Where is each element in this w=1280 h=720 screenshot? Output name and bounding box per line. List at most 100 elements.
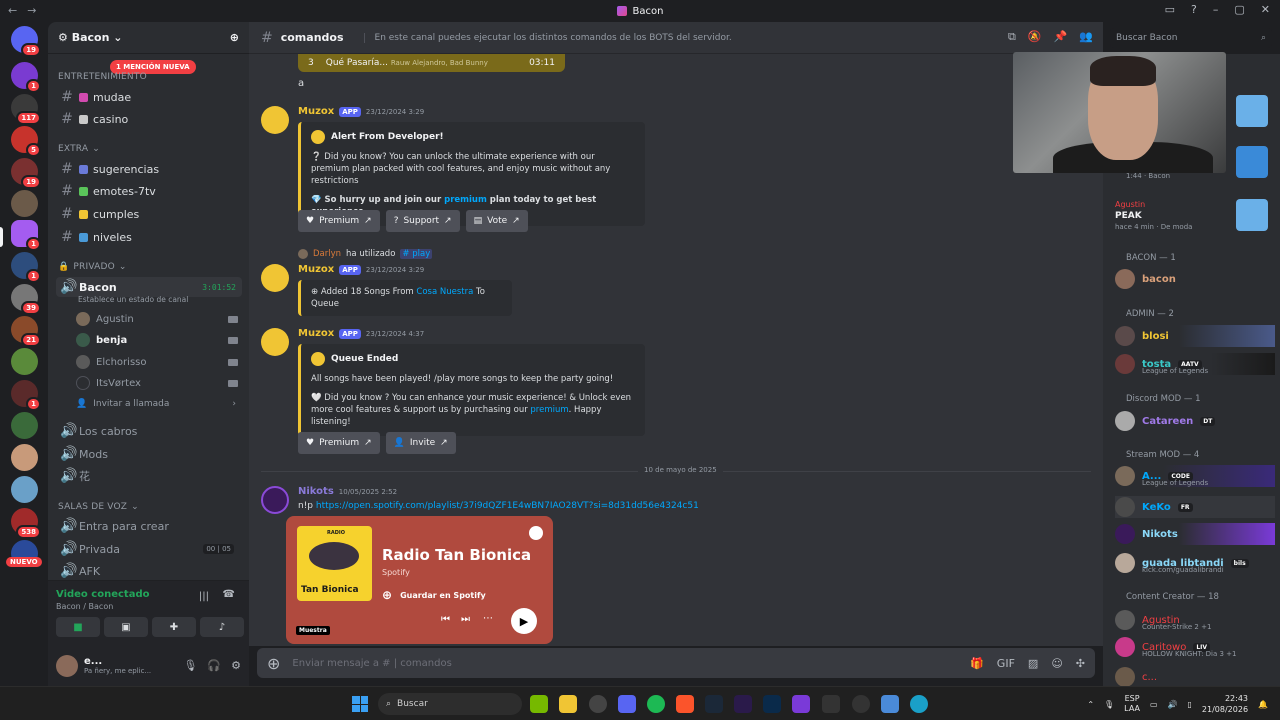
- taskbar-search[interactable]: ⌕ Buscar: [378, 693, 522, 715]
- voice-channel-privada[interactable]: 🔊 Privada 00 | 05: [56, 539, 242, 559]
- app-icon[interactable]: [792, 695, 810, 713]
- server-icon[interactable]: 21: [11, 316, 41, 347]
- settings-icon[interactable]: ⚙: [231, 659, 241, 672]
- voice-user[interactable]: Agustin: [76, 310, 242, 328]
- category-entretenimiento[interactable]: ENTRETENIMIENTO: [58, 72, 147, 82]
- member-row[interactable]: c...: [1115, 666, 1275, 686]
- gif-icon[interactable]: GIF: [997, 657, 1015, 670]
- pin-icon[interactable]: 📌: [1054, 30, 1068, 44]
- category-salas[interactable]: SALAS DE VOZ ⌄: [58, 502, 139, 512]
- voice-channel-crear[interactable]: 🔊 Entra para crear: [56, 516, 242, 536]
- author-name[interactable]: Muzox: [298, 328, 334, 339]
- member-row[interactable]: Caritowo LIV HOLLOW KNIGHT: Dia 3 +1: [1115, 636, 1275, 658]
- activity-thumbnail[interactable]: [1236, 146, 1268, 178]
- clock[interactable]: 22:43 21/08/2026: [1202, 693, 1248, 715]
- activity-thumbnail[interactable]: [1236, 199, 1268, 231]
- steam-icon[interactable]: [705, 695, 723, 713]
- vote-button[interactable]: ▤ Vote ↗: [465, 210, 528, 232]
- app-icon[interactable]: [589, 695, 607, 713]
- inbox-icon[interactable]: ▭: [1165, 3, 1175, 16]
- battery-icon[interactable]: ▯: [1188, 700, 1192, 709]
- voice-channel-afk[interactable]: 🔊 AFK: [56, 561, 242, 581]
- server-icon[interactable]: 5: [11, 126, 41, 157]
- discord-icon[interactable]: [618, 695, 636, 713]
- network-icon[interactable]: ▭: [1150, 700, 1158, 709]
- server-header[interactable]: ⚙ Bacon ⌄ ⊕: [48, 22, 249, 54]
- member-row[interactable]: KeKo FR: [1115, 496, 1275, 518]
- category-extra[interactable]: EXTRA ⌄: [58, 144, 100, 154]
- invite-to-call[interactable]: 👤 Invitar a llamada ›: [76, 395, 242, 413]
- playlist-title[interactable]: Radio Tan Bionica: [382, 546, 531, 564]
- author-name[interactable]: Muzox: [298, 264, 334, 275]
- message-input[interactable]: Enviar mensaje a # | comandos: [292, 658, 451, 669]
- premium-button[interactable]: ♥ Premium ↗: [298, 210, 380, 232]
- spotify-icon[interactable]: [647, 695, 665, 713]
- voice-user[interactable]: benja: [76, 331, 242, 349]
- obs-icon[interactable]: [852, 695, 870, 713]
- more-icon[interactable]: ⋯: [483, 613, 493, 624]
- start-menu-icon[interactable]: [352, 696, 368, 712]
- bot-avatar[interactable]: [261, 106, 289, 134]
- channel-niveles[interactable]: # niveles: [56, 227, 242, 247]
- member-row[interactable]: Nikots: [1115, 523, 1275, 545]
- activity-thumbnail[interactable]: [1236, 95, 1268, 127]
- server-icon[interactable]: 39: [11, 284, 41, 315]
- avatar[interactable]: [261, 486, 289, 514]
- server-icon[interactable]: 1: [11, 380, 41, 411]
- photoshop-icon[interactable]: [763, 695, 781, 713]
- channel-topic[interactable]: En este canal puedes ejecutar los distin…: [363, 32, 732, 43]
- apps-icon[interactable]: ✣: [1076, 657, 1085, 670]
- previous-icon[interactable]: ⏮: [441, 614, 450, 625]
- server-icon-active[interactable]: 1: [11, 220, 41, 251]
- member-row[interactable]: A... CODE League of Legends: [1115, 465, 1275, 487]
- activities-button[interactable]: ✚: [152, 617, 196, 637]
- capcut-icon[interactable]: [822, 695, 840, 713]
- support-button[interactable]: ? Support ↗: [385, 210, 460, 232]
- voice-user[interactable]: ItsVørtex: [76, 374, 242, 392]
- threads-icon[interactable]: ⧉: [1008, 30, 1016, 44]
- slash-command[interactable]: # play: [400, 249, 433, 259]
- noise-suppression-icon[interactable]: |||: [199, 591, 209, 602]
- headphones-icon[interactable]: 🎧: [207, 659, 221, 672]
- minimize-icon[interactable]: –: [1213, 3, 1219, 16]
- member-row[interactable]: Agustin Counter-Strike 2 +1: [1115, 609, 1275, 631]
- channel-emotes[interactable]: # emotes-7tv: [56, 181, 242, 201]
- close-icon[interactable]: ✕: [1261, 3, 1270, 16]
- server-icon[interactable]: [11, 444, 38, 471]
- channel-mudae[interactable]: # mudae: [56, 87, 242, 107]
- save-to-spotify-button[interactable]: ⊕ Guardar en Spotify: [382, 588, 486, 602]
- help-icon[interactable]: ?: [1191, 3, 1197, 16]
- premiere-icon[interactable]: [734, 695, 752, 713]
- channel-cumples[interactable]: # cumples: [56, 204, 242, 224]
- invite-button[interactable]: 👤 Invite ↗: [385, 432, 456, 454]
- server-icon[interactable]: 117: [11, 94, 41, 125]
- screen-share-button[interactable]: ▣: [104, 617, 148, 637]
- bot-avatar[interactable]: [261, 328, 289, 356]
- avatar[interactable]: [56, 654, 78, 677]
- microphone-icon[interactable]: 🎙: [1104, 700, 1114, 709]
- premium-button[interactable]: ♥ Premium ↗: [298, 432, 380, 454]
- microphone-icon[interactable]: 🎙: [183, 659, 197, 672]
- server-icon[interactable]: 1: [11, 62, 41, 93]
- camera-button[interactable]: ■: [56, 617, 100, 637]
- member-row[interactable]: bacon: [1115, 268, 1275, 290]
- voice-channel-mods[interactable]: 🔊 Mods: [56, 444, 242, 464]
- message-composer[interactable]: ⊕ Enviar mensaje a # | comandos 🎁 GIF ▨ …: [257, 648, 1095, 678]
- attach-plus-icon[interactable]: ⊕: [267, 654, 280, 673]
- disconnect-icon[interactable]: ☎: [223, 589, 235, 600]
- forward-arrow-icon[interactable]: →: [27, 4, 36, 17]
- sticker-icon[interactable]: ▨: [1028, 657, 1038, 670]
- voice-channel-flower[interactable]: 🔊 花: [56, 466, 242, 486]
- server-icon[interactable]: 19: [11, 158, 41, 189]
- gift-icon[interactable]: 🎁: [970, 657, 984, 670]
- search-input[interactable]: Buscar Bacon ⌕: [1110, 28, 1272, 48]
- channel-casino[interactable]: # casino: [56, 109, 242, 129]
- member-row[interactable]: tosta AATV League of Legends: [1115, 353, 1275, 375]
- spotify-link[interactable]: https://open.spotify.com/playlist/37i9dQ…: [316, 501, 699, 511]
- next-icon[interactable]: ⏭: [461, 614, 470, 625]
- maximize-icon[interactable]: ▢: [1234, 3, 1244, 16]
- member-list-icon[interactable]: 👥: [1079, 30, 1093, 44]
- add-member-icon[interactable]: ⊕: [230, 31, 239, 44]
- tray-chevron-icon[interactable]: ⌃: [1087, 700, 1094, 709]
- member-row[interactable]: guada libtandi bils kick.com/guadalibrandi: [1115, 552, 1275, 574]
